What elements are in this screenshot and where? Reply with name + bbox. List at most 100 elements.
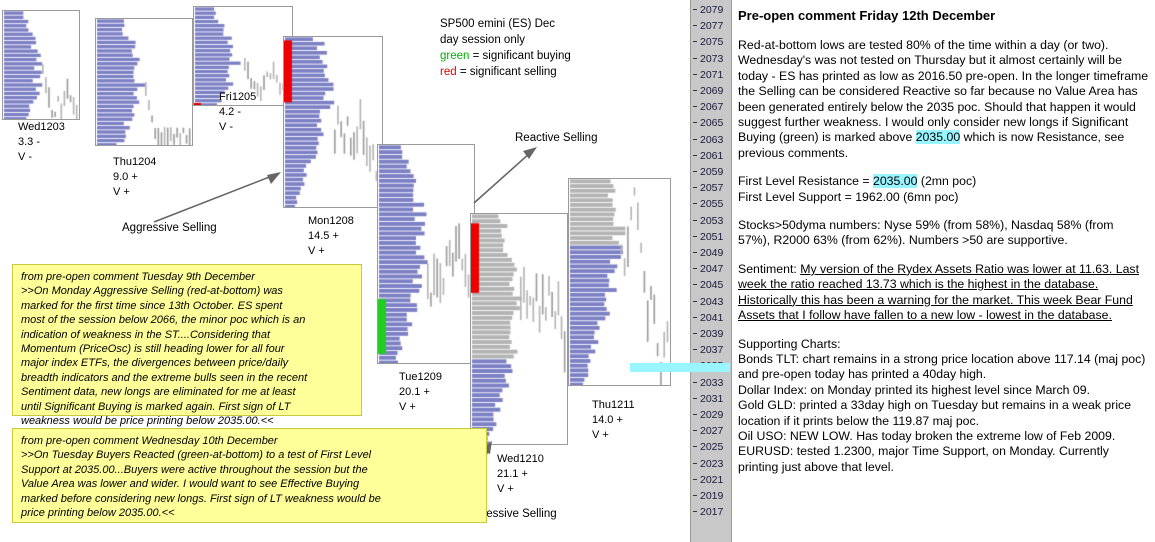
- session-v: V +: [497, 483, 514, 495]
- profile-canvas: [284, 37, 382, 207]
- price-tick: 2037: [691, 342, 733, 358]
- session-v: V +: [592, 429, 609, 441]
- tick-dash: [693, 268, 697, 270]
- price-tick: 2023: [691, 456, 733, 472]
- supporting-charts-lines: Bonds TLT: chart remains in a strong pri…: [738, 351, 1146, 474]
- tick-dash: [693, 495, 697, 496]
- supporting-charts-block: Supporting Charts: Bonds TLT: chart remai…: [738, 337, 1149, 476]
- legend-red-word: red: [440, 66, 457, 78]
- tick-label: 2047: [700, 263, 724, 276]
- tick-label: 2069: [700, 85, 724, 97]
- tick-label: 2075: [700, 36, 724, 49]
- tick-label: 2037: [700, 344, 724, 357]
- price-tick: 2029: [691, 407, 733, 423]
- tick-label: 2039: [700, 328, 724, 340]
- session-value: 4.2 -: [219, 106, 242, 118]
- price-tick: 2021: [691, 472, 733, 488]
- price-tick: 2025: [691, 439, 733, 455]
- tick-label: 2019: [700, 490, 724, 502]
- tick-label: 2023: [700, 457, 724, 470]
- note-wednesday-10th-december: from pre-open comment Wednesday 10th Dec…: [12, 428, 487, 523]
- tick-dash: [693, 430, 697, 432]
- tick-dash: [693, 9, 697, 10]
- tick-label: 2065: [700, 117, 724, 130]
- price-tick: 2077: [691, 18, 733, 34]
- tick-dash: [693, 154, 697, 156]
- trading-chart-page: SP500 emini (ES) Dec day session only gr…: [0, 0, 1155, 542]
- tick-label: 2043: [700, 295, 724, 308]
- price-tick: 2055: [691, 196, 733, 212]
- tick-label: 2031: [700, 392, 724, 405]
- tick-label: 2077: [700, 20, 724, 33]
- tick-dash: [693, 446, 697, 448]
- tick-dash: [693, 284, 697, 286]
- sentiment-label: Sentiment:: [738, 261, 801, 276]
- price-tick: 2063: [691, 132, 733, 148]
- tick-label: 2025: [700, 441, 724, 454]
- session-value: 21.1 +: [497, 468, 528, 480]
- tick-dash: [693, 25, 697, 27]
- reactive-selling-arrow: [473, 147, 537, 204]
- price-tick: 2061: [691, 148, 733, 164]
- price-tick: 2039: [691, 326, 733, 342]
- price-tick: 2047: [691, 261, 733, 277]
- overview-highlight-level: 2035.00: [915, 130, 961, 145]
- price-tick: 2067: [691, 99, 733, 115]
- price-axis[interactable]: 2079 2077 2075 2073 2071 2069 2067 2065 2063 2061…: [690, 0, 732, 542]
- tick-label: 2073: [700, 52, 724, 65]
- tick-label: 2017: [700, 506, 724, 519]
- tick-dash: [693, 300, 697, 302]
- tick-label: 2051: [700, 230, 724, 243]
- price-tick: 2049: [691, 245, 733, 261]
- price-tick: 2059: [691, 164, 733, 180]
- legend-red-rest: = significant selling: [456, 66, 557, 78]
- price-tick: 2017: [691, 504, 733, 520]
- tick-label: 2071: [700, 68, 724, 81]
- levels-block: First Level Resistance = 2035.00 (2mn po…: [738, 174, 1149, 205]
- tick-dash: [693, 235, 697, 237]
- profile-box-tue1209: [377, 144, 475, 364]
- tick-dash: [693, 252, 697, 253]
- price-tick: 2071: [691, 67, 733, 83]
- price-tick: 2043: [691, 294, 733, 310]
- legend-red-row: red = significant selling: [440, 64, 571, 80]
- tick-label: 2067: [700, 101, 724, 114]
- tick-label: 2079: [700, 4, 724, 16]
- legend-green-row: green = significant buying: [440, 48, 571, 64]
- tick-label: 2057: [700, 182, 724, 195]
- price-tick: 2065: [691, 115, 733, 131]
- tick-label: 2063: [700, 133, 724, 146]
- session-label-wed1203: Wed1203 3.3 - V -: [18, 120, 65, 165]
- session-name: Thu1204: [113, 156, 157, 168]
- tick-dash: [693, 122, 697, 124]
- sentiment-paragraph: Sentiment: My version of the Rydex Asset…: [738, 262, 1149, 324]
- session-v: V -: [18, 151, 33, 163]
- profile-box-thu1204: [95, 18, 193, 146]
- tick-label: 2049: [700, 247, 724, 259]
- price-tick: 2045: [691, 277, 733, 293]
- session-label-thu1211: Thu1211 14.0 + V +: [592, 398, 635, 443]
- price-tick: 2075: [691, 34, 733, 50]
- session-v: V -: [219, 121, 234, 133]
- price-tick: 2079: [691, 2, 733, 18]
- stocks-breadth-paragraph: Stocks>50dyma numbers: Nyse 59% (from 58…: [738, 218, 1114, 248]
- session-name: Fri1205: [219, 91, 257, 103]
- first-level-resistance-label: First Level Resistance =: [738, 174, 873, 189]
- tick-label: 2029: [700, 409, 724, 421]
- session-label-tue1209: Tue1209 20.1 + V +: [399, 370, 442, 415]
- session-name: Wed1210: [497, 453, 544, 465]
- tick-dash: [693, 316, 697, 318]
- session-name: Mon1208: [308, 215, 354, 227]
- price-tick: 2053: [691, 213, 733, 229]
- profile-box-mon1208: [283, 36, 383, 208]
- profile-canvas: [378, 145, 474, 363]
- overview-text-a: Red-at-bottom lows are tested 80% of the…: [738, 38, 1149, 145]
- tick-dash: [693, 397, 697, 399]
- tick-label: 2061: [700, 149, 724, 162]
- tick-dash: [693, 138, 697, 140]
- first-level-resistance-suffix: (2mn poc): [917, 174, 977, 189]
- session-name: Wed1203: [18, 121, 65, 133]
- price-tick: 2069: [691, 83, 733, 99]
- tick-dash: [693, 381, 697, 383]
- legend-green-rest: = significant buying: [469, 50, 571, 62]
